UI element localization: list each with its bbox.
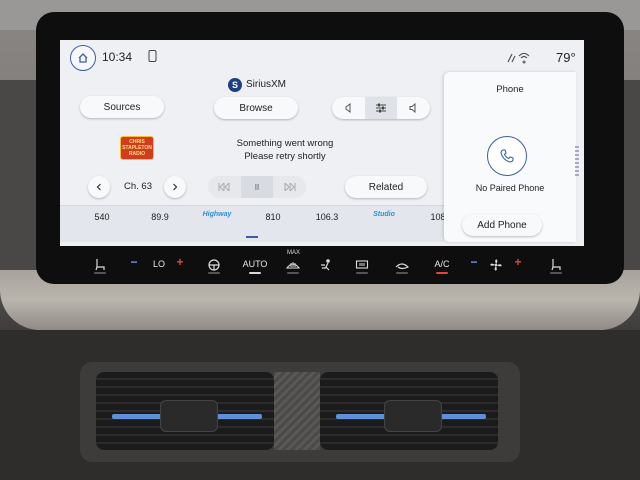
add-phone-button[interactable]: Add Phone: [462, 214, 542, 236]
seat-heat-icon: [95, 259, 105, 271]
fan-speed-up-button[interactable]: +: [512, 255, 524, 269]
airflow-mode-button[interactable]: [319, 257, 335, 273]
phone-handset-icon: [500, 149, 514, 163]
outside-temperature: 79°: [556, 50, 576, 65]
preset-studio-logo[interactable]: Studio: [364, 211, 404, 218]
page-indicator: [246, 236, 258, 238]
preset-89-9[interactable]: 89.9: [140, 212, 180, 222]
steering-wheel-heat-icon: [208, 259, 220, 271]
skip-back-button[interactable]: [208, 176, 241, 198]
max-defrost-label: MAX: [287, 250, 301, 256]
phone-status-icon: [148, 50, 157, 62]
preset-highway-logo[interactable]: Highway: [197, 211, 237, 218]
preset-540[interactable]: 540: [82, 212, 122, 222]
vent-divider: [274, 372, 320, 450]
driver-temp-up-button[interactable]: +: [174, 255, 186, 269]
pause-icon: II: [254, 182, 260, 192]
vent-knob-left[interactable]: [160, 400, 218, 432]
driver-seat-heat-indicator: [94, 272, 106, 274]
front-defrost-icon: [286, 262, 300, 269]
preset-106-3[interactable]: 106.3: [307, 212, 347, 222]
recirculation-indicator: [396, 272, 408, 274]
infotainment-screen: 10:34 79° S SiriusXM Sources Browse CHRI…: [60, 40, 584, 246]
equalizer-button[interactable]: [364, 97, 398, 119]
rear-defrost-indicator: [356, 272, 368, 274]
recirculation-icon: [395, 263, 410, 270]
error-message-title: Something went wrong: [236, 138, 334, 149]
auto-climate-button[interactable]: AUTO: [241, 259, 269, 269]
driver-temp-down-button[interactable]: −: [128, 255, 140, 269]
preset-810[interactable]: 810: [253, 212, 293, 222]
passenger-seat-heat-button[interactable]: [548, 257, 564, 273]
rear-defrost-button[interactable]: [354, 257, 370, 273]
provider-name: SiriusXM: [246, 79, 287, 90]
fan-speed-down-button[interactable]: −: [468, 255, 480, 269]
related-button[interactable]: Related: [345, 176, 427, 198]
equalizer-icon: [376, 103, 386, 113]
pause-button[interactable]: II: [240, 176, 274, 198]
previous-channel-button[interactable]: [88, 176, 110, 198]
home-button[interactable]: [70, 45, 96, 71]
steering-heat-indicator: [208, 272, 220, 274]
channel-number: Ch. 63: [124, 181, 152, 192]
speaker-icon: [409, 103, 416, 113]
chevron-right-icon: [173, 183, 178, 191]
phone-status-text: No Paired Phone: [475, 183, 545, 193]
sound-output-icon: [345, 103, 351, 113]
volume-button[interactable]: [397, 97, 430, 119]
home-icon: [78, 53, 88, 63]
audio-mode-button[interactable]: [332, 97, 365, 119]
max-defrost-indicator: [287, 272, 299, 274]
browse-button[interactable]: Browse: [214, 97, 298, 119]
phone-panel-title: Phone: [496, 84, 524, 95]
station-artwork: CHRIS STAPLETON RADIO: [120, 136, 154, 160]
driver-seat-heat-button[interactable]: [92, 257, 108, 273]
fan-speed-display: [488, 257, 504, 273]
fan-icon: [490, 259, 502, 271]
transport-controls: II: [208, 176, 306, 198]
ac-button[interactable]: A/C: [431, 259, 453, 269]
audio-controls-group: [332, 97, 430, 119]
passenger-seat-heat-indicator: [550, 272, 562, 274]
clock: 10:34: [102, 50, 133, 64]
connectivity-icon: [507, 52, 530, 64]
phone-button[interactable]: [487, 136, 527, 176]
driver-temp-display: LO: [152, 259, 165, 269]
siriusxm-logo-icon: S: [228, 78, 242, 92]
error-message-detail: Please retry shortly: [244, 151, 326, 162]
next-channel-button[interactable]: [164, 176, 186, 198]
steering-heat-button[interactable]: [206, 257, 222, 273]
recirculation-button[interactable]: [394, 257, 410, 273]
sources-button[interactable]: Sources: [80, 96, 164, 118]
seat-heat-icon: [551, 259, 561, 271]
auto-indicator: [249, 272, 261, 274]
ac-indicator: [436, 272, 448, 274]
max-defrost-button[interactable]: [285, 257, 301, 273]
vent-knob-right[interactable]: [384, 400, 442, 432]
skip-back-icon: [218, 183, 230, 191]
panel-drag-handle[interactable]: [575, 146, 579, 176]
skip-forward-button[interactable]: [273, 176, 306, 198]
airflow-person-icon: [321, 259, 330, 271]
chevron-left-icon: [96, 183, 101, 191]
skip-forward-icon: [284, 183, 296, 191]
rear-defrost-icon: [355, 260, 369, 269]
